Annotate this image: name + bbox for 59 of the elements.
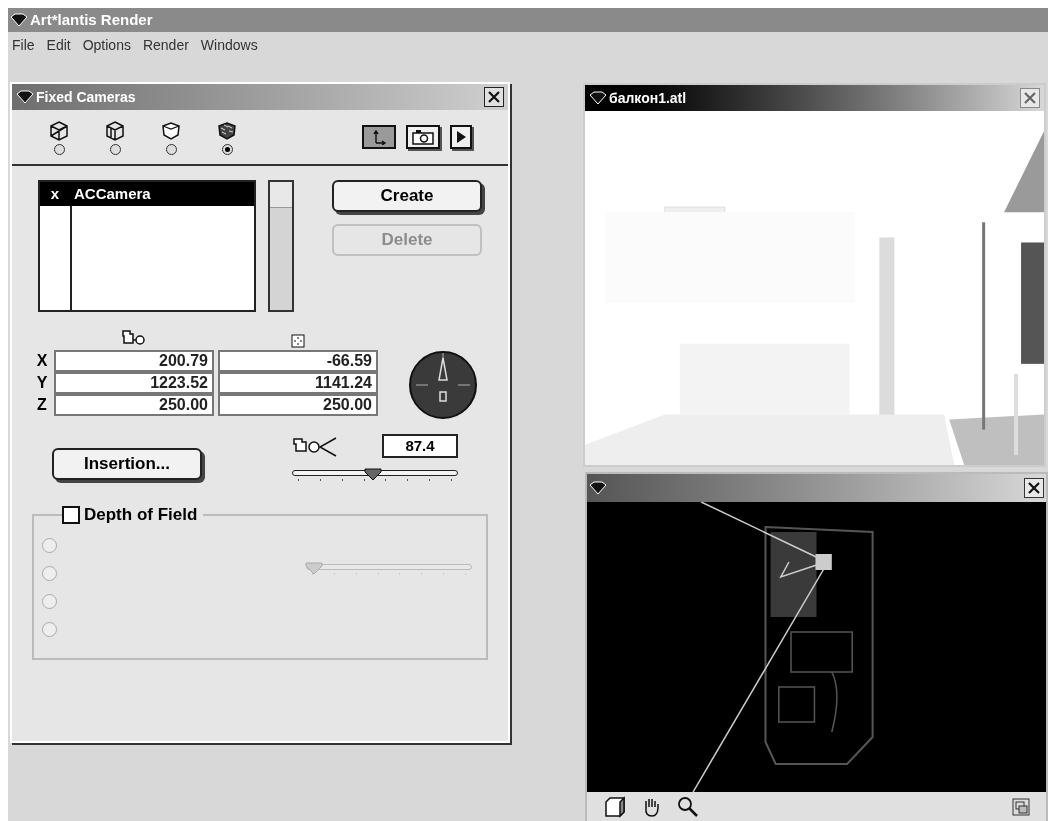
radio-button[interactable] bbox=[221, 143, 233, 155]
menu-item[interactable]: Render bbox=[142, 34, 189, 56]
position-field[interactable]: 250.00 bbox=[54, 394, 214, 416]
target-field[interactable]: 250.00 bbox=[218, 394, 378, 416]
field-of-view-icon bbox=[292, 435, 338, 457]
axis-label: X bbox=[35, 353, 49, 369]
render-title: балкон1.atl bbox=[609, 88, 687, 108]
radio-button[interactable] bbox=[165, 143, 177, 155]
camera-name: ACCamera bbox=[73, 183, 151, 204]
checkbox[interactable] bbox=[62, 505, 80, 524]
axis-label: Y bbox=[35, 375, 49, 391]
panel-title: Fixed Cameras bbox=[36, 87, 136, 107]
app-title: Art*lantis Render bbox=[30, 9, 153, 30]
checkbox-label: Depth of Field bbox=[84, 504, 198, 526]
position-field[interactable]: 1223.52 bbox=[54, 372, 214, 394]
target-icon bbox=[291, 334, 305, 348]
compass-dial[interactable] bbox=[408, 350, 478, 420]
insertion-button[interactable]: Insertion... bbox=[52, 448, 202, 480]
radio-button[interactable] bbox=[42, 622, 57, 637]
camera-icon bbox=[412, 129, 434, 145]
slider-thumb[interactable] bbox=[304, 561, 325, 575]
target-field[interactable]: 1141.24 bbox=[218, 372, 378, 394]
menu-item[interactable]: Edit bbox=[46, 34, 71, 56]
menu-item[interactable]: Windows bbox=[200, 34, 258, 56]
video-camera-icon bbox=[121, 330, 147, 348]
close-button[interactable] bbox=[1024, 478, 1044, 498]
windows-icon[interactable] bbox=[1012, 798, 1030, 816]
target-field[interactable]: -66.59 bbox=[218, 350, 378, 372]
wireframe-cube-icon bbox=[48, 119, 70, 142]
camera-list-row[interactable]: x ACCamera bbox=[40, 182, 255, 206]
app-logo-icon bbox=[10, 13, 28, 27]
shaded-box-icon bbox=[160, 119, 182, 142]
panel-logo-icon bbox=[16, 90, 34, 104]
hidden-line-cube-icon bbox=[104, 119, 126, 142]
radio-button[interactable] bbox=[53, 143, 65, 155]
position-field[interactable]: 200.79 bbox=[54, 350, 214, 372]
action-button[interactable]: Create bbox=[332, 180, 482, 212]
textured-box-icon bbox=[216, 119, 238, 142]
cube-icon[interactable] bbox=[603, 796, 627, 818]
radio-button[interactable] bbox=[42, 538, 57, 553]
focal-length-field[interactable]: 87.4 bbox=[382, 434, 458, 458]
axis-label: Z bbox=[36, 397, 48, 413]
menu-item[interactable]: Options bbox=[82, 34, 131, 56]
play-icon bbox=[455, 130, 467, 144]
camera-mark: x bbox=[49, 183, 61, 204]
search-icon[interactable] bbox=[677, 796, 699, 818]
slider-thumb[interactable] bbox=[363, 467, 384, 481]
radio-button[interactable] bbox=[42, 594, 57, 609]
axes-icon bbox=[371, 129, 387, 145]
window-logo-icon bbox=[589, 481, 607, 495]
scrollbar[interactable] bbox=[268, 180, 294, 312]
radio-button[interactable] bbox=[42, 566, 57, 581]
toolbar-button[interactable] bbox=[406, 125, 440, 149]
toolbar-button[interactable] bbox=[362, 125, 396, 149]
toolbar-button[interactable] bbox=[450, 125, 472, 149]
radio-button[interactable] bbox=[109, 143, 121, 155]
close-button[interactable] bbox=[484, 87, 504, 107]
menu-item[interactable]: File bbox=[12, 34, 35, 56]
window-logo-icon bbox=[589, 91, 607, 105]
